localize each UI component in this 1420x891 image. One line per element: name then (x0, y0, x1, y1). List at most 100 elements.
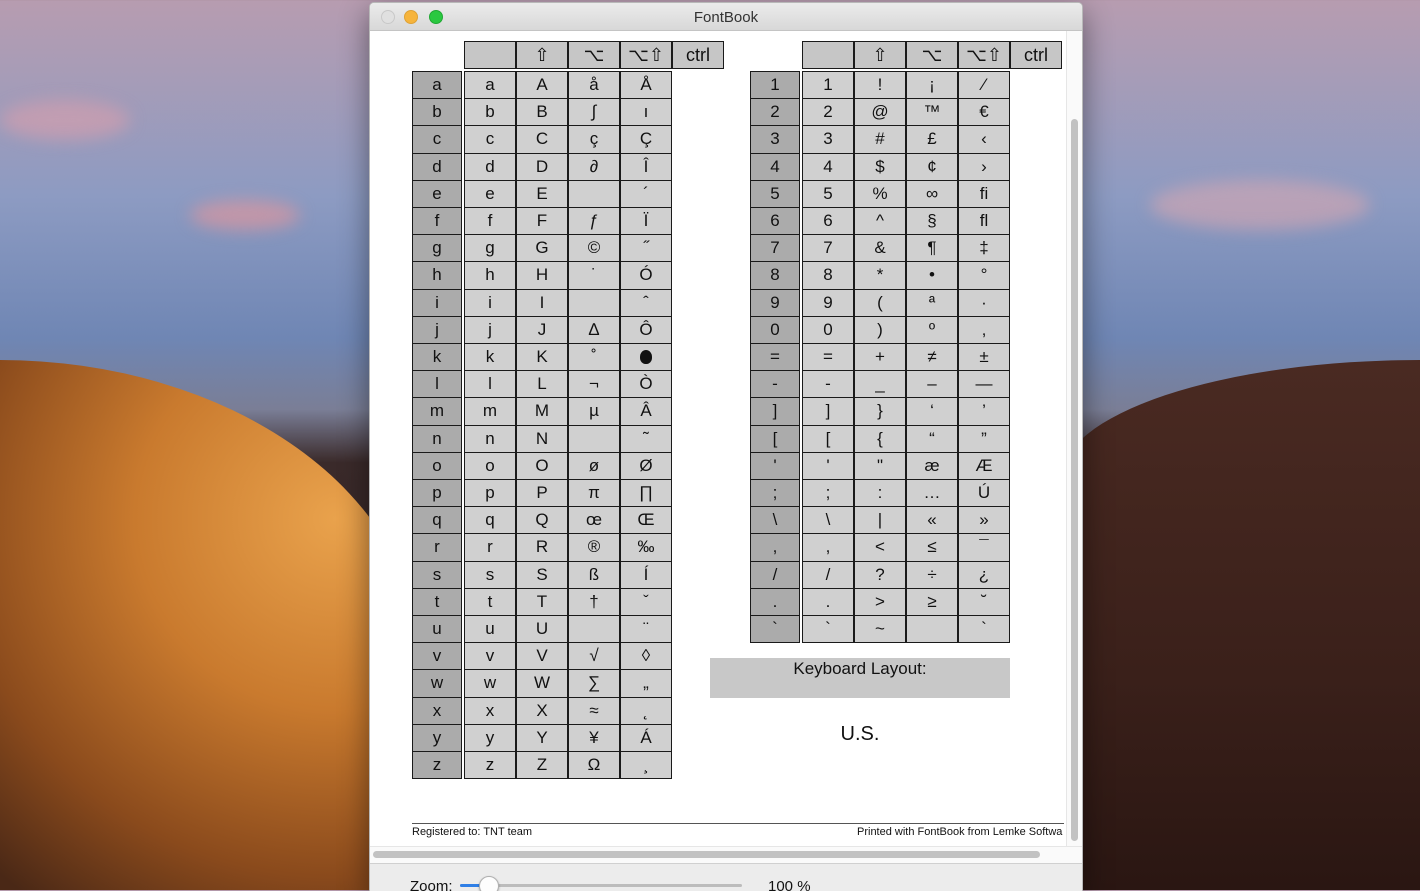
horizontal-scrollbar[interactable] (370, 846, 1082, 863)
glyph-cell: œ (568, 506, 620, 535)
vertical-scrollbar[interactable] (1066, 31, 1082, 846)
column-header: ⇧ (516, 41, 568, 69)
key-cell: ' (750, 451, 800, 480)
glyph-cell: . (802, 587, 854, 616)
glyph-cell: d (464, 152, 516, 181)
glyph-cell: Ô (620, 315, 672, 344)
desktop-dune-left (0, 360, 420, 890)
key-cell: . (750, 587, 800, 616)
glyph-cell: ¿ (958, 560, 1010, 589)
vertical-scroll-thumb[interactable] (1071, 119, 1078, 841)
column-header: ⇧ (854, 41, 906, 69)
horizontal-scroll-thumb[interactable] (373, 851, 1040, 858)
glyph-cell: Œ (620, 506, 672, 535)
glyph-cell: Î (620, 152, 672, 181)
key-cell: t (412, 587, 462, 616)
column-header: ⌥ (568, 41, 620, 69)
glyph-cell: ' (802, 451, 854, 480)
glyph-cell: k (464, 343, 516, 372)
glyph-cell: 5 (802, 179, 854, 208)
glyph-cell: l (464, 370, 516, 399)
glyph-cell: › (958, 152, 1010, 181)
key-cell: [ (750, 424, 800, 453)
glyph-cell: ™ (906, 98, 958, 127)
glyph-cell: ⁄ (958, 71, 1010, 100)
glyph-cell: { (854, 424, 906, 453)
key-cell: 4 (750, 152, 800, 181)
zoom-slider[interactable] (460, 876, 742, 891)
glyph-cell: * (854, 261, 906, 290)
glyph-cell: T (516, 587, 568, 616)
glyph-cell: 6 (802, 207, 854, 236)
glyph-cell: Å (620, 71, 672, 100)
glyph-cell: ∆ (568, 315, 620, 344)
key-cell: 3 (750, 125, 800, 154)
key-cell: q (412, 506, 462, 535)
glyph-cell: / (802, 560, 854, 589)
key-cell: 2 (750, 98, 800, 127)
glyph-cell: ± (958, 343, 1010, 372)
glyph-cell: Â (620, 397, 672, 426)
glyph-cell: F (516, 207, 568, 236)
glyph-cell: $ (854, 152, 906, 181)
glyph-cell (620, 343, 672, 372)
glyph-cell: ‰ (620, 533, 672, 562)
glyph-cell: b (464, 98, 516, 127)
window-title: FontBook (693, 9, 759, 26)
key-cell: f (412, 207, 462, 236)
glyph-cell: ı (620, 98, 672, 127)
glyph-cell: ˙ (568, 261, 620, 290)
footer-divider (412, 823, 1064, 824)
desktop-cloud (0, 100, 130, 140)
glyph-cell: % (854, 179, 906, 208)
glyph-cell: å (568, 71, 620, 100)
zoom-slider-knob[interactable] (479, 876, 500, 891)
glyph-cell: < (854, 533, 906, 562)
key-cell: d (412, 152, 462, 181)
glyph-cell: ¶ (906, 234, 958, 263)
glyph-cell: Ú (958, 479, 1010, 508)
glyph-cell: ˜ (620, 424, 672, 453)
glyph-cell: ¯ (958, 533, 1010, 562)
column-header (464, 41, 516, 69)
glyph-cell: r (464, 533, 516, 562)
glyph-cell: – (906, 370, 958, 399)
apple-logo-icon (640, 350, 652, 364)
glyph-cell: Æ (958, 451, 1010, 480)
glyph-cell: w (464, 669, 516, 698)
glyph-cell: ≥ (906, 587, 958, 616)
glyph-cell: K (516, 343, 568, 372)
glyph-cell: ’ (958, 397, 1010, 426)
glyph-cell: ≠ (906, 343, 958, 372)
glyph-cell: R (516, 533, 568, 562)
document-page: ⇧ ⌥ ⌥⇧ ctrl a a Aå Åb b B ∫ ı c c Cç Çd d D ∂ Îe e E ´ f f Fƒ Ïg g G… (370, 31, 1066, 846)
glyph-cell: ç (568, 125, 620, 154)
glyph-cell: | (854, 506, 906, 535)
glyph-cell: & (854, 234, 906, 263)
glyph-cell: h (464, 261, 516, 290)
glyph-cell: u (464, 615, 516, 644)
key-cell: / (750, 560, 800, 589)
key-cell: ; (750, 479, 800, 508)
glyph-cell: c (464, 125, 516, 154)
glyph-cell (906, 615, 958, 644)
status-bar: Zoom: 100 % (370, 863, 1082, 891)
glyph-cell: v (464, 642, 516, 671)
glyph-cell: Ω (568, 751, 620, 780)
glyph-cell: ˝ (620, 234, 672, 263)
glyph-cell: ! (854, 71, 906, 100)
glyph-cell: 4 (802, 152, 854, 181)
glyph-cell: · (958, 288, 1010, 317)
glyph-cell: 9 (802, 288, 854, 317)
key-cell: z (412, 751, 462, 780)
glyph-cell: — (958, 370, 1010, 399)
key-cell: u (412, 615, 462, 644)
glyph-cell: ∫ (568, 98, 620, 127)
column-header: ctrl (672, 41, 724, 69)
glyph-cell: G (516, 234, 568, 263)
keyboard-layout-value: U.S. (840, 723, 880, 745)
glyph-cell: ∏ (620, 479, 672, 508)
column-header: ⌥⇧ (620, 41, 672, 69)
key-cell: v (412, 642, 462, 671)
glyph-cell: N (516, 424, 568, 453)
